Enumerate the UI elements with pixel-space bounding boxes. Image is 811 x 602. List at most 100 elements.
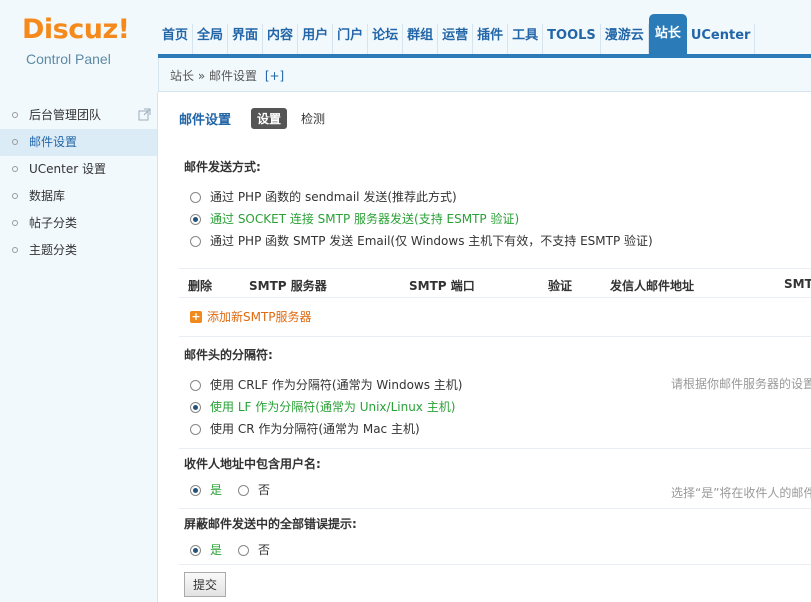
breadcrumb-text: 站长 » 邮件设置 [170,69,257,83]
column-sender-email: 发信人邮件地址 [610,279,695,293]
subtab-check[interactable]: 检测 [295,108,331,129]
bullet-icon [12,247,18,253]
option-label: 通过 SOCKET 连接 SMTP 服务器发送(支持 ESMTP 验证) [210,212,520,226]
silent-errors-label: 屏蔽邮件发送中的全部错误提示: [184,517,357,531]
sidebar-item-thread-types[interactable]: 帖子分类 [0,210,157,237]
breadcrumb: 站长 » 邮件设置 [+] [170,67,284,84]
delimiter-option-crlf[interactable]: 使用 CRLF 作为分隔符(通常为 Windows 主机) [190,376,463,394]
radio-button[interactable] [190,544,201,556]
bullet-icon [12,220,18,226]
delimiter-option-lf[interactable]: 使用 LF 作为分隔符(通常为 Unix/Linux 主机) [190,398,455,416]
bullet-icon [12,166,18,172]
breadcrumb-bar: 站长 » 邮件设置 [+] [158,58,811,92]
smtp-table-header: 删除 SMTP 服务器 SMTP 端口 验证 发信人邮件地址 SMTP [179,268,811,298]
plus-icon: + [190,309,202,323]
sidebar-item-label: 后台管理团队 [29,108,102,122]
subtab-settings[interactable]: 设置 [251,107,288,129]
sidebar-item-admin-team[interactable]: 后台管理团队 [0,102,157,129]
column-delete: 删除 [188,279,213,293]
add-smtp-label: 添加新SMTP服务器 [207,310,312,324]
option-label: 使用 LF 作为分隔符(通常为 Unix/Linux 主机) [210,400,456,414]
divider [179,448,811,449]
add-to-favorites-link[interactable]: [+] [265,69,284,83]
include-username-tip: 选择“是”将在收件人的邮件 [671,486,811,500]
radio-button[interactable] [190,191,201,203]
divider [179,564,811,565]
page-header: 邮件设置 设置 检测 [179,107,339,129]
delimiter-label: 邮件头的分隔符: [184,348,273,362]
silent-errors-no[interactable]: 否 [238,541,270,559]
nav-tab-portal[interactable]: 门户 [333,24,369,54]
sidebar-item-label: 邮件设置 [29,135,78,149]
logo: Discuz! Control Panel [0,0,158,92]
nav-tab-style[interactable]: 界面 [228,24,264,54]
divider [179,336,811,337]
send-method-option-php-smtp[interactable]: 通过 PHP 函数 SMTP 发送 Email(仅 Windows 主机下有效，… [190,232,653,250]
sidebar-item-label: UCenter 设置 [29,162,106,176]
nav-tab-content[interactable]: 内容 [263,24,299,54]
sidebar-item-mail-settings[interactable]: 邮件设置 [0,129,157,156]
column-smtp-server: SMTP 服务器 [249,279,327,293]
send-method-option-sendmail[interactable]: 通过 PHP 函数的 sendmail 发送(推荐此方式) [190,188,457,206]
column-auth: 验证 [548,279,573,293]
option-label: 是 [210,483,223,497]
option-label: 通过 PHP 函数的 sendmail 发送(推荐此方式) [210,190,457,204]
nav-tab-plugin[interactable]: 插件 [473,24,509,54]
silent-errors-yes[interactable]: 是 [190,541,222,559]
include-username-no[interactable]: 否 [238,481,270,499]
radio-button[interactable] [238,484,250,496]
top-nav: 首页 全局 界面 内容 用户 门户 论坛 群组 运营 插件 工具 TOOLS 漫… [158,14,756,54]
radio-button[interactable] [190,423,201,435]
option-label: 通过 PHP 函数 SMTP 发送 Email(仅 Windows 主机下有效，… [210,234,653,248]
nav-tab-founder[interactable]: 站长 [648,14,687,54]
nav-tab-global[interactable]: 全局 [193,24,229,54]
sidebar: 后台管理团队 邮件设置 UCenter 设置 数据库 帖子分类 主题分类 [0,92,158,602]
bullet-icon [12,193,18,199]
main-content: 邮件设置 设置 检测 邮件发送方式: 通过 PHP 函数的 sendmail 发… [159,92,811,602]
radio-button[interactable] [190,213,201,225]
add-smtp-server-link[interactable]: + 添加新SMTP服务器 [190,308,312,325]
open-external-icon[interactable] [138,108,151,121]
nav-tab-user[interactable]: 用户 [298,24,334,54]
include-username-options: 是 否 [190,481,286,499]
sidebar-item-topic-types[interactable]: 主题分类 [0,237,157,264]
nav-tab-home[interactable]: 首页 [158,24,194,54]
nav-tab-cloud[interactable]: 漫游云 [601,24,649,54]
column-smtp-port: SMTP 端口 [409,279,475,293]
include-username-yes[interactable]: 是 [190,481,222,499]
nav-tab-forum[interactable]: 论坛 [368,24,404,54]
sidebar-item-ucenter-settings[interactable]: UCenter 设置 [0,156,157,183]
submit-button[interactable]: 提交 [184,572,226,597]
logo-subtitle: Control Panel [26,51,111,67]
nav-tab-group[interactable]: 群组 [403,24,439,54]
radio-button[interactable] [190,401,201,413]
column-smtp-more: SMTP [784,277,811,291]
option-label: 否 [258,483,271,497]
sidebar-item-label: 数据库 [29,189,66,203]
include-username-label: 收件人地址中包含用户名: [184,457,321,471]
option-label: 使用 CRLF 作为分隔符(通常为 Windows 主机) [210,378,463,392]
nav-tab-extended[interactable]: 运营 [438,24,474,54]
sidebar-item-label: 帖子分类 [29,216,78,230]
divider [179,508,811,509]
nav-tab-tools-en[interactable]: TOOLS [543,24,601,54]
option-label: 是 [210,543,223,557]
send-method-label: 邮件发送方式: [184,160,261,174]
send-method-option-socket-smtp[interactable]: 通过 SOCKET 连接 SMTP 服务器发送(支持 ESMTP 验证) [190,210,519,228]
delimiter-option-cr[interactable]: 使用 CR 作为分隔符(通常为 Mac 主机) [190,420,420,438]
nav-tab-tools[interactable]: 工具 [508,24,544,54]
bullet-icon [12,112,18,118]
radio-button[interactable] [190,484,201,496]
radio-button[interactable] [190,379,201,391]
option-label: 使用 CR 作为分隔符(通常为 Mac 主机) [210,422,420,436]
sidebar-item-database[interactable]: 数据库 [0,183,157,210]
page-title: 邮件设置 [179,112,232,128]
nav-tab-ucenter[interactable]: UCenter [687,24,756,54]
radio-button[interactable] [238,544,250,556]
option-label: 否 [258,543,271,557]
sidebar-item-label: 主题分类 [29,243,78,257]
delimiter-tip: 请根据你邮件服务器的设置 [671,377,811,391]
bullet-icon [12,139,18,145]
radio-button[interactable] [190,235,201,247]
silent-errors-options: 是 否 [190,541,286,559]
